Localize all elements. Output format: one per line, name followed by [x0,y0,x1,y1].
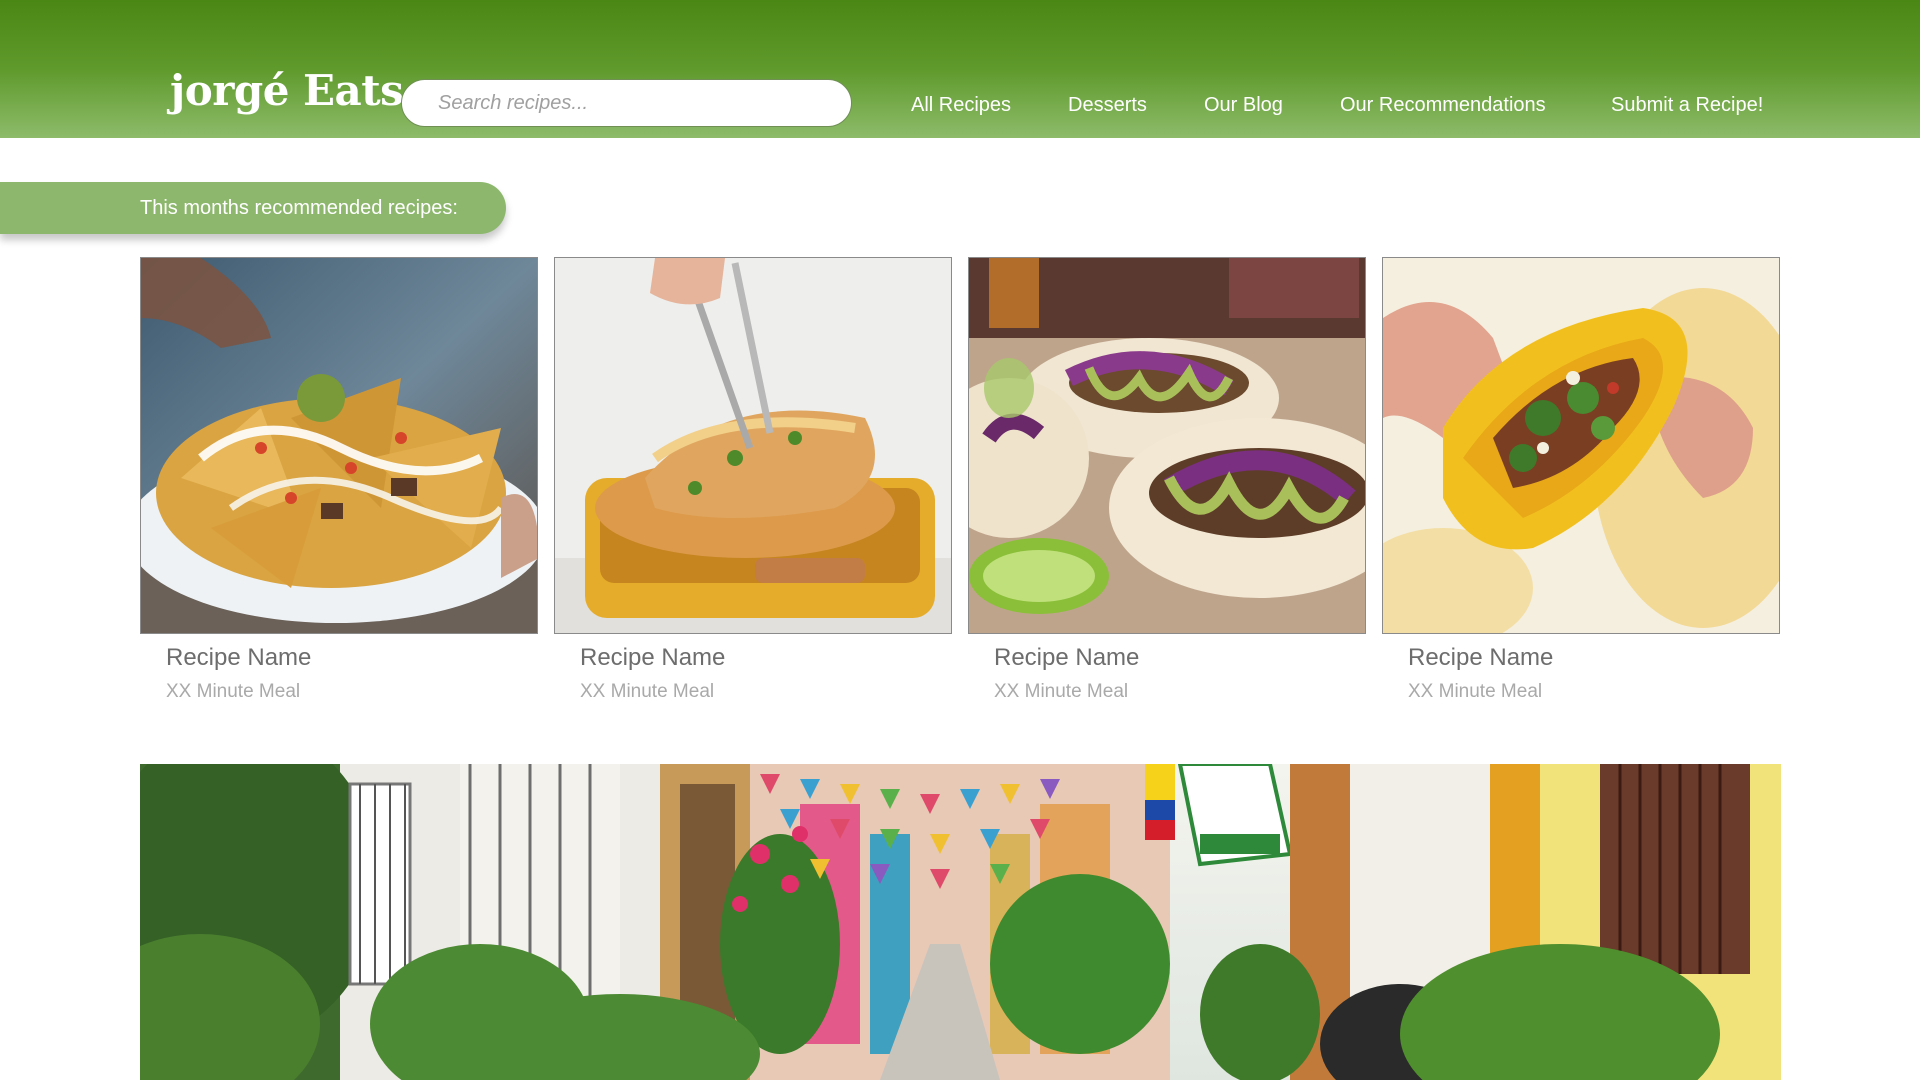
tacos-photo [969,258,1365,633]
recipe-name[interactable]: Recipe Name [1408,644,1553,672]
enchiladas-photo [555,258,951,633]
recipe-duration: XX Minute Meal [580,681,715,702]
recipe-name[interactable]: Recipe Name [994,644,1139,672]
recipe-card[interactable]: Recipe Name XX Minute Meal [968,257,1366,702]
nav-submit-recipe[interactable]: Submit a Recipe! [1611,94,1763,117]
recipe-image-tacos[interactable] [968,257,1366,634]
recipe-duration: XX Minute Meal [166,681,301,702]
recommended-label-text: This months recommended recipes: [140,197,458,219]
recipe-name[interactable]: Recipe Name [580,644,725,672]
recipe-image-taco-hand[interactable] [1382,257,1780,634]
recipe-card[interactable]: Recipe Name XX Minute Meal [140,257,538,702]
recipe-duration: XX Minute Meal [994,681,1129,702]
nachos-photo [141,258,537,633]
search-bar[interactable] [401,79,852,127]
recipe-image-enchiladas[interactable] [554,257,952,634]
recommended-section-label: This months recommended recipes: [0,182,506,234]
site-logo[interactable]: jorgé Eats [170,66,404,115]
recipe-image-nachos[interactable] [140,257,538,634]
colorful-street-photo [140,764,1781,1080]
nav-our-blog[interactable]: Our Blog [1204,94,1283,117]
nav-desserts[interactable]: Desserts [1068,94,1147,117]
search-input[interactable] [438,91,818,115]
nav-all-recipes[interactable]: All Recipes [911,94,1011,117]
site-header: jorgé Eats All Recipes Desserts Our Blog… [0,0,1920,138]
recipe-card[interactable]: Recipe Name XX Minute Meal [554,257,952,702]
featured-banner[interactable] [140,764,1781,1080]
recipe-name[interactable]: Recipe Name [166,644,311,672]
recipe-duration: XX Minute Meal [1408,681,1543,702]
taco-in-hand-photo [1383,258,1779,633]
recipe-card[interactable]: Recipe Name XX Minute Meal [1382,257,1780,702]
nav-our-recommendations[interactable]: Our Recommendations [1340,94,1546,117]
